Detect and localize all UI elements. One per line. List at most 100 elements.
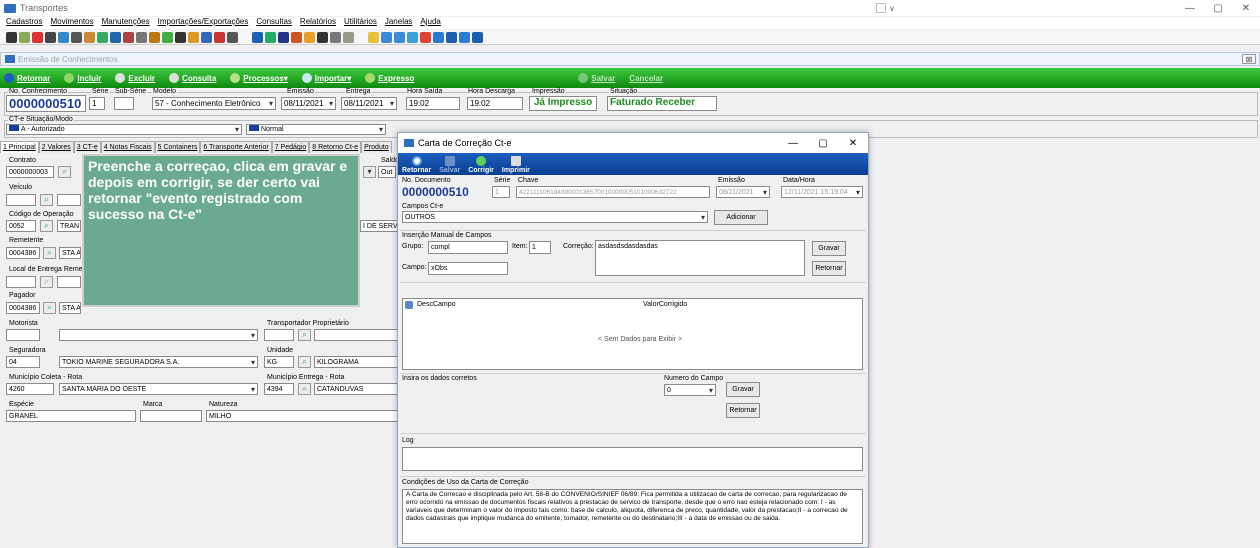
consulta-button[interactable]: Consulta — [169, 73, 216, 83]
toolbar-tool-icon[interactable] — [149, 31, 160, 43]
dialog-salvar-button[interactable]: Salvar — [435, 153, 464, 175]
mun-entrega-lookup-button[interactable]: ⌕ — [298, 383, 311, 395]
toolbar-tool-icon[interactable] — [110, 31, 121, 43]
tab-produto[interactable]: Produto — [361, 141, 392, 153]
hora-saida-field[interactable]: 19:02 — [406, 97, 460, 110]
no-conhecimento-field[interactable]: 0000000510 — [6, 95, 86, 112]
toolbar-tool-icon[interactable] — [317, 31, 328, 43]
menu-utilitarios[interactable]: Utilitários — [344, 17, 377, 29]
codop-lookup-button[interactable]: ⌕ — [40, 220, 53, 232]
tab-valores[interactable]: 2 Valores — [38, 141, 74, 153]
maximize-button[interactable]: ▢ — [1204, 0, 1232, 16]
toolbar-tool-icon[interactable] — [394, 31, 405, 43]
tab-pedagio[interactable]: 7 Pedágio — [271, 141, 310, 153]
unidade-lookup-button[interactable]: ⌕ — [298, 356, 311, 368]
remetente-lookup-button[interactable]: ⌕ — [43, 247, 56, 259]
toolbar-tool-icon[interactable] — [214, 31, 225, 43]
transportador-lookup-button[interactable]: ⌕ — [298, 329, 311, 341]
menu-manutencoes[interactable]: Manutenções — [102, 17, 150, 29]
menu-consultas[interactable]: Consultas — [256, 17, 292, 29]
toolbar-tool-icon[interactable] — [381, 31, 392, 43]
entrega-date[interactable]: 08/11/2021 — [341, 97, 397, 110]
modelo-select[interactable]: 57 - Conhecimento Eletrônico — [152, 97, 276, 110]
menu-janelas[interactable]: Janelas — [385, 17, 413, 29]
item-field[interactable]: 1 — [529, 241, 551, 254]
toolbar-tool-icon[interactable] — [459, 31, 470, 43]
toolbar-tool-icon[interactable] — [407, 31, 418, 43]
menu-importacoes[interactable]: Importações/Exportações — [158, 17, 249, 29]
close-button[interactable]: ✕ — [1232, 0, 1260, 16]
toolbar-tool-icon[interactable] — [32, 31, 43, 43]
natureza-field[interactable]: MILHO — [206, 410, 398, 422]
dialog-retornar-button[interactable]: Retornar — [398, 153, 435, 175]
especie-field[interactable]: GRANEL — [6, 410, 136, 422]
toolbar-tool-icon[interactable] — [19, 31, 30, 43]
salvar-button[interactable]: Salvar — [578, 73, 615, 83]
child-close-button[interactable]: ⊠ — [1242, 54, 1256, 64]
pagador-lookup-button[interactable]: ⌕ — [43, 302, 56, 314]
veiculo-field[interactable] — [6, 194, 36, 206]
dialog-corrigir-button[interactable]: Corrigir — [464, 153, 498, 175]
adicionar-button[interactable]: Adicionar — [714, 210, 768, 225]
cte-situacao-select[interactable]: A - Autorizado — [6, 124, 242, 135]
emissao-date[interactable]: 08/11/2021 — [281, 97, 336, 110]
dialog-close-button[interactable]: ✕ — [838, 133, 868, 153]
seguradora-field[interactable]: 04 — [6, 356, 40, 368]
veiculo-lookup-button[interactable]: ⌕ — [40, 194, 53, 206]
toolbar-tool-icon[interactable] — [227, 31, 238, 43]
toolbar-tool-icon[interactable] — [420, 31, 431, 43]
quick-access-icons[interactable]: ∨ — [876, 2, 906, 14]
numero-campo-select[interactable]: 0 — [664, 384, 716, 396]
cte-modo-select[interactable]: Normal — [246, 124, 386, 135]
gravar-dados-button[interactable]: Gravar — [726, 382, 760, 397]
contrato-field[interactable]: 0000000003 — [6, 166, 54, 178]
toolbar-tool-icon[interactable] — [123, 31, 134, 43]
menu-ajuda[interactable]: Ajuda — [420, 17, 440, 29]
unidade-field[interactable]: KG — [264, 356, 294, 368]
transportador-field[interactable] — [264, 329, 294, 341]
local-entrega-field[interactable] — [6, 276, 36, 288]
tab-containers[interactable]: 5 Containers — [154, 141, 201, 153]
menu-movimentos[interactable]: Movimentos — [50, 17, 93, 29]
cancelar-button[interactable]: Cancelar — [629, 74, 663, 83]
toolbar-tool-icon[interactable] — [291, 31, 302, 43]
subserie-field[interactable] — [114, 97, 134, 110]
retornar-dados-button[interactable]: Retornar — [726, 403, 760, 418]
mun-coleta-select[interactable]: SANTA MARIA DO OESTE — [59, 383, 258, 395]
log-textarea[interactable] — [402, 447, 863, 471]
toolbar-tool-icon[interactable] — [330, 31, 341, 43]
minimize-button[interactable]: — — [1176, 0, 1204, 16]
toolbar-tool-icon[interactable] — [58, 31, 69, 43]
toolbar-tool-icon[interactable] — [6, 31, 17, 43]
dialog-imprimir-button[interactable]: Imprimir — [498, 153, 534, 175]
hora-descarga-field[interactable]: 19:02 — [467, 97, 523, 110]
mun-entrega-field[interactable]: 4394 — [264, 383, 294, 395]
menu-relatorios[interactable]: Relatórios — [300, 17, 336, 29]
marca-field[interactable] — [140, 410, 202, 422]
correcoes-grid[interactable]: DescCampo ValorCorrigido < Sem Dados par… — [402, 298, 863, 370]
toolbar-tool-icon[interactable] — [252, 31, 263, 43]
tab-principal[interactable]: 1 Principal — [0, 141, 39, 153]
grid-header-desccampo[interactable]: DescCampo — [417, 301, 456, 308]
codop-field[interactable]: 0052 — [6, 220, 36, 232]
grupo-field[interactable]: compl — [428, 241, 508, 254]
serie-field[interactable]: 1 — [89, 97, 105, 110]
local-entrega-lookup-button[interactable]: ⌕ — [40, 276, 53, 288]
menu-cadastros[interactable]: Cadastros — [6, 17, 42, 29]
tab-cte[interactable]: 3 CT-e — [73, 141, 101, 153]
importar-button[interactable]: Importar ▾ — [301, 73, 351, 83]
chevron-down-icon[interactable]: ∨ — [889, 4, 895, 13]
grid-icon[interactable] — [876, 3, 886, 13]
grid-header-valorcorrigido[interactable]: ValorCorrigido — [643, 301, 687, 308]
excluir-button[interactable]: Excluir — [115, 73, 155, 83]
toolbar-tool-icon[interactable] — [188, 31, 199, 43]
remetente-field[interactable]: 0004386 — [6, 247, 40, 259]
dialog-minimize-button[interactable]: — — [778, 133, 808, 153]
toolbar-tool-icon[interactable] — [433, 31, 444, 43]
tab-retorno-cte[interactable]: 8 Retorno Ct-e — [309, 141, 362, 153]
tab-transporte-anterior[interactable]: 6 Transporte Anterior — [200, 141, 272, 153]
toolbar-tool-icon[interactable] — [45, 31, 56, 43]
toolbar-tool-icon[interactable] — [175, 31, 186, 43]
retornar-button[interactable]: Retornar — [4, 73, 50, 83]
dialog-maximize-button[interactable]: ▢ — [808, 133, 838, 153]
